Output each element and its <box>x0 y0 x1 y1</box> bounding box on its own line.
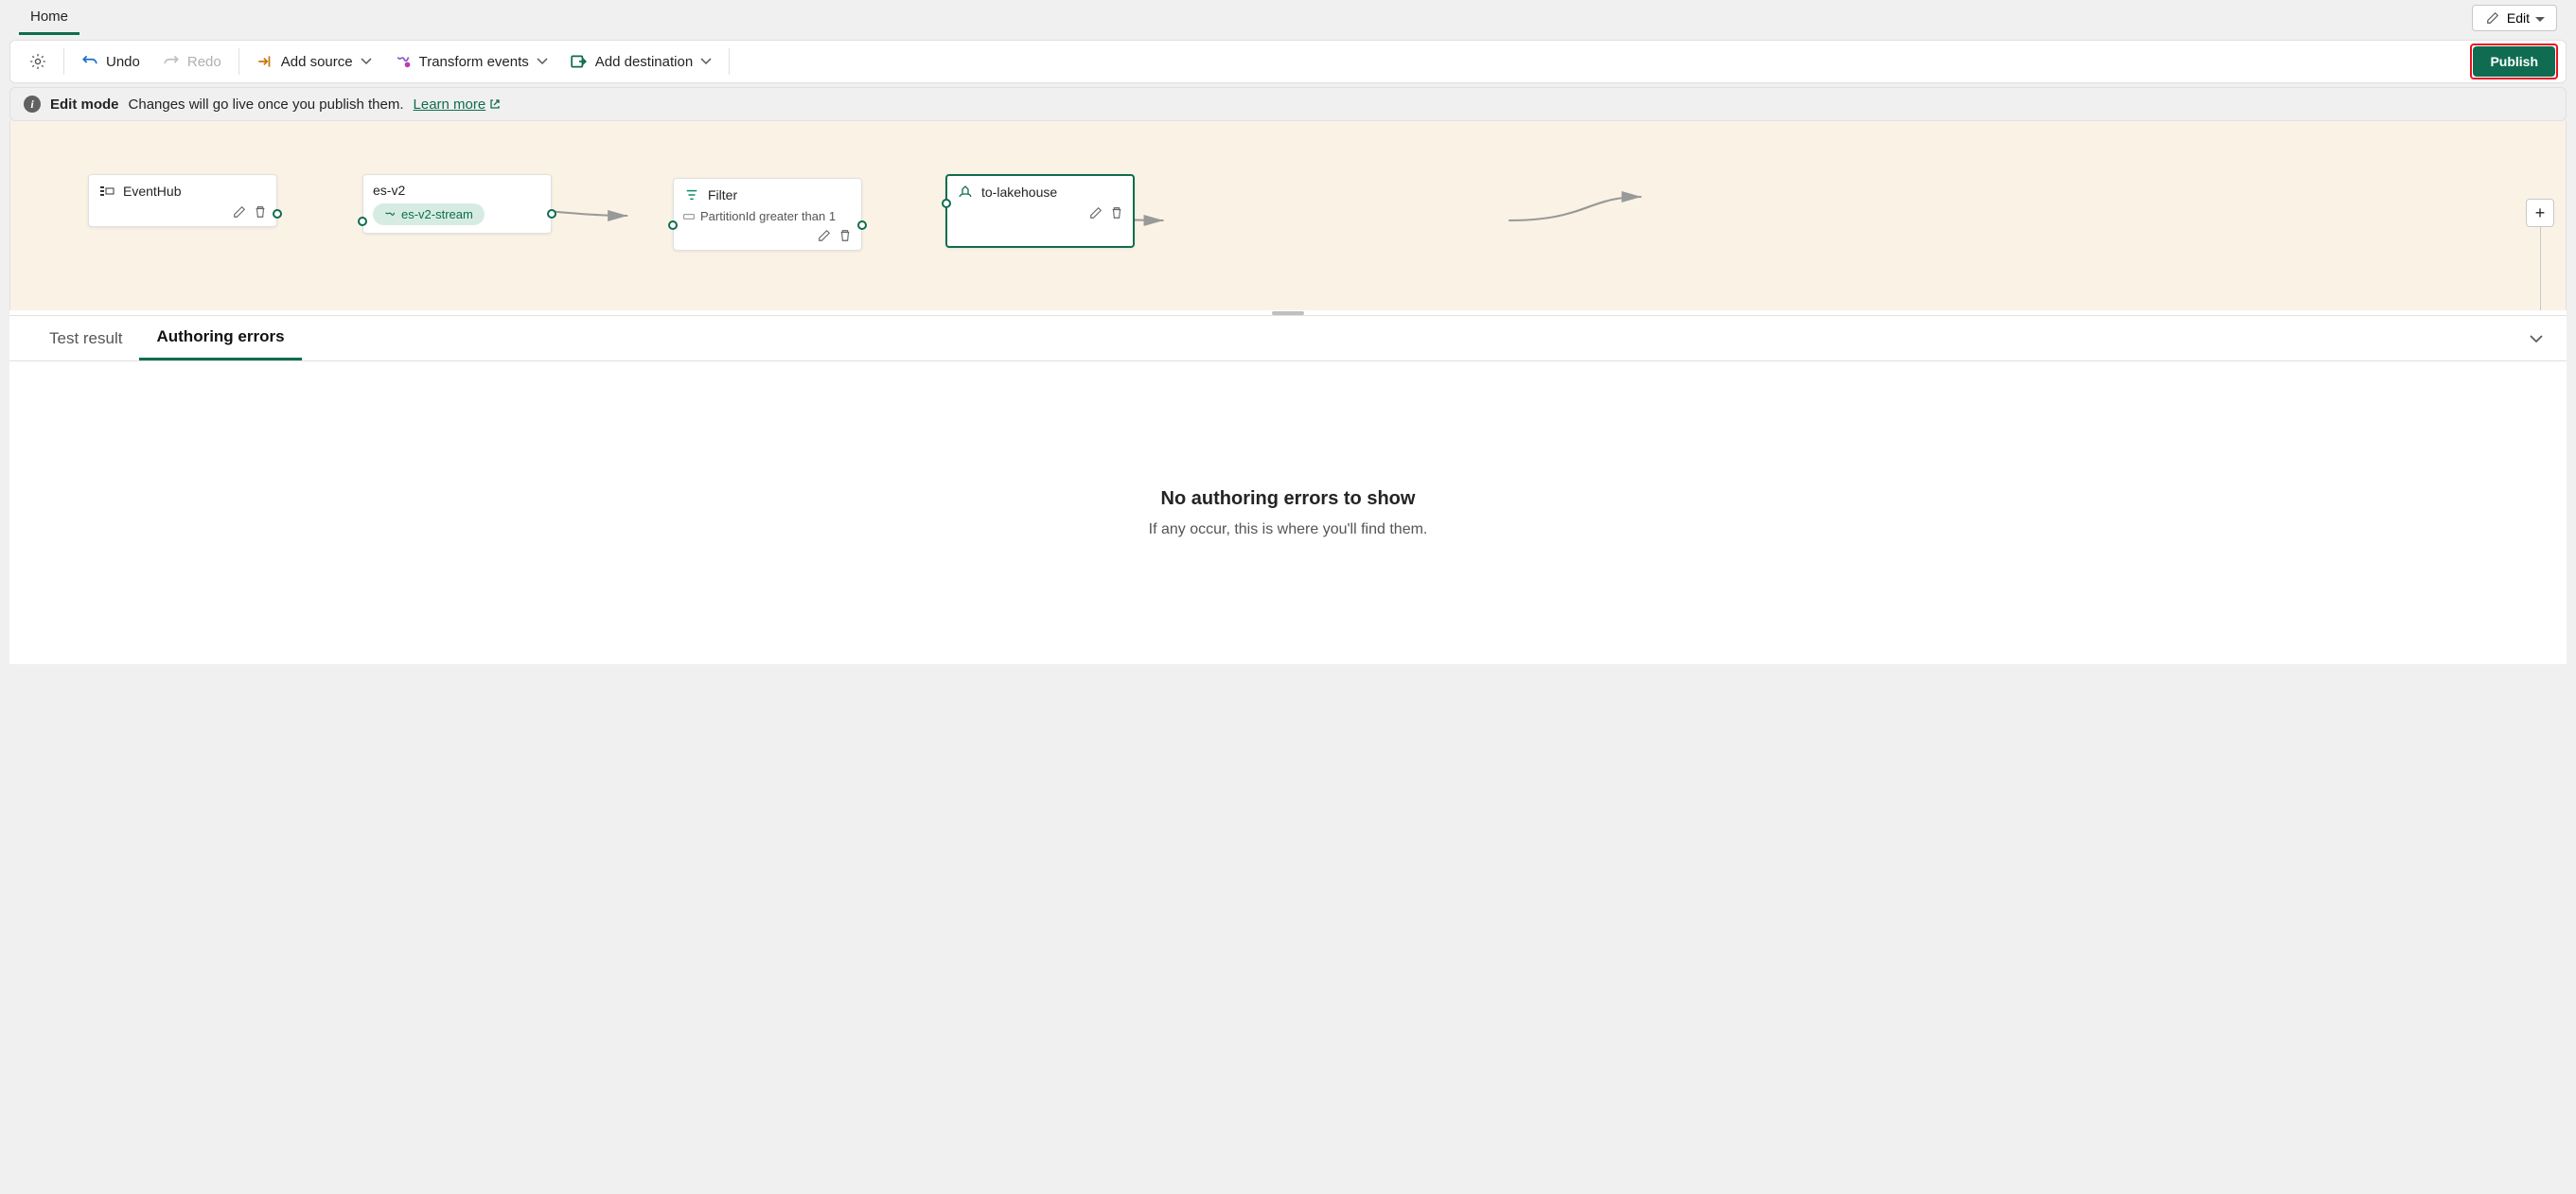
caret-down-icon <box>2535 10 2545 26</box>
tab-test-result[interactable]: Test result <box>32 318 139 360</box>
add-destination-button[interactable]: Add destination <box>559 47 723 76</box>
add-destination-label: Add destination <box>595 54 693 70</box>
edit-button[interactable]: Edit <box>2472 5 2557 31</box>
flow-canvas[interactable]: EventHub es-v2 es-v2-stream Filter Parti <box>9 121 2567 310</box>
port-out[interactable] <box>857 220 867 230</box>
redo-label: Redo <box>187 54 221 70</box>
chevron-down-icon <box>700 58 712 65</box>
settings-button[interactable] <box>18 47 58 76</box>
node-eventhub[interactable]: EventHub <box>88 174 277 227</box>
undo-button[interactable]: Undo <box>70 47 151 76</box>
trash-icon[interactable] <box>838 229 852 242</box>
edit-label: Edit <box>2507 10 2530 26</box>
node-filter[interactable]: Filter PartitionId greater than 1 <box>673 178 862 251</box>
source-in-icon <box>256 53 273 70</box>
add-node-button[interactable]: + <box>2526 199 2554 227</box>
empty-subtitle: If any occur, this is where you'll find … <box>1149 521 1428 538</box>
port-in[interactable] <box>668 220 678 230</box>
bottom-tabs: Test result Authoring errors <box>9 316 2567 361</box>
tab-authoring-errors[interactable]: Authoring errors <box>139 316 301 360</box>
pencil-icon[interactable] <box>1089 206 1103 219</box>
port-out[interactable] <box>547 209 556 219</box>
stream-icon <box>384 209 396 220</box>
trash-icon[interactable] <box>254 205 267 219</box>
node-label: EventHub <box>123 184 181 199</box>
add-guide <box>2540 227 2541 310</box>
chevron-down-icon <box>537 58 548 65</box>
node-label: to-lakehouse <box>981 184 1057 200</box>
pencil-icon[interactable] <box>233 205 246 219</box>
transform-events-button[interactable]: Transform events <box>383 47 559 76</box>
port-in[interactable] <box>942 199 951 208</box>
publish-button[interactable]: Publish <box>2473 46 2555 77</box>
destination-out-icon <box>571 53 588 70</box>
eventhub-icon <box>98 183 115 200</box>
port-out[interactable] <box>273 209 282 219</box>
publish-highlight: Publish <box>2470 44 2558 79</box>
stream-pill[interactable]: es-v2-stream <box>373 203 485 225</box>
infobar-message: Changes will go live once you publish th… <box>129 97 404 113</box>
redo-icon <box>163 53 180 70</box>
add-source-button[interactable]: Add source <box>245 47 383 76</box>
toolbar: Undo Redo Add source Transform events Ad… <box>9 40 2567 83</box>
node-destination[interactable]: to-lakehouse <box>945 174 1135 248</box>
port-in[interactable] <box>358 217 367 226</box>
learn-more-label: Learn more <box>414 97 486 113</box>
info-icon: i <box>24 96 41 113</box>
learn-more-link[interactable]: Learn more <box>414 97 502 113</box>
chevron-down-icon[interactable] <box>2529 331 2544 346</box>
pencil-icon <box>2484 9 2501 26</box>
node-label: Filter <box>708 187 737 202</box>
lakehouse-icon <box>957 184 974 201</box>
transform-icon <box>395 53 412 70</box>
node-stream[interactable]: es-v2 es-v2-stream <box>362 174 552 234</box>
infobar-title: Edit mode <box>50 97 119 113</box>
gear-icon <box>29 53 46 70</box>
filter-icon <box>683 186 700 203</box>
filter-condition: PartitionId greater than 1 <box>700 209 836 223</box>
node-label: es-v2 <box>373 183 405 198</box>
empty-title: No authoring errors to show <box>1161 488 1416 510</box>
condition-icon <box>683 211 695 222</box>
trash-icon[interactable] <box>1110 206 1123 219</box>
transform-label: Transform events <box>419 54 529 70</box>
undo-icon <box>81 53 98 70</box>
external-link-icon <box>489 98 501 110</box>
empty-state: No authoring errors to show If any occur… <box>9 361 2567 664</box>
redo-button: Redo <box>151 47 233 76</box>
pill-label: es-v2-stream <box>401 207 473 221</box>
chevron-down-icon <box>361 58 372 65</box>
undo-label: Undo <box>106 54 140 70</box>
add-source-label: Add source <box>281 54 353 70</box>
tab-home[interactable]: Home <box>19 1 79 35</box>
infobar: i Edit mode Changes will go live once yo… <box>9 87 2567 121</box>
pencil-icon[interactable] <box>818 229 831 242</box>
